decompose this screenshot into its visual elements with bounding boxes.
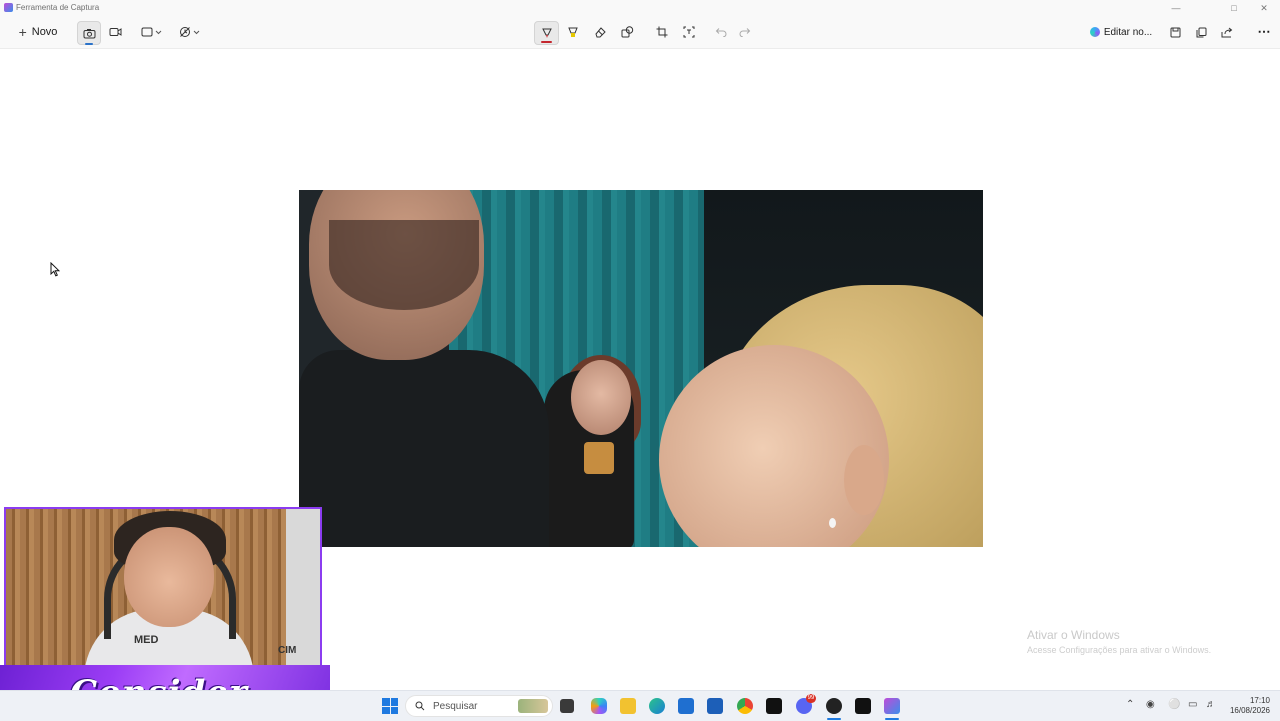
shirt-text: MED: [134, 634, 159, 646]
edge-icon[interactable]: [649, 698, 665, 714]
snipping-tool-app-icon: [4, 3, 13, 12]
redo-button[interactable]: [734, 21, 756, 43]
crop-icon: [656, 26, 668, 38]
search-icon: [415, 701, 425, 711]
chevron-up-icon[interactable]: ⌃: [1126, 699, 1134, 710]
capcut-icon[interactable]: [766, 698, 782, 714]
save-icon: [1170, 27, 1180, 37]
edit-in-button[interactable]: Editar no...: [1088, 21, 1154, 43]
redo-icon: [739, 28, 751, 37]
share-button[interactable]: [1216, 21, 1238, 43]
title-bar: Ferramenta de Captura — □ ✕: [0, 0, 1280, 16]
copilot-icon[interactable]: [591, 698, 607, 714]
snipping-tool-icon[interactable]: [884, 698, 900, 714]
toolbar: + Novo Editar no... ⋯: [0, 16, 1280, 49]
share-icon: [1221, 27, 1233, 37]
shapes-button[interactable]: [616, 21, 638, 43]
screenshot-mode-button[interactable]: [77, 21, 101, 45]
store-icon[interactable]: [678, 698, 694, 714]
text-actions-icon: [683, 26, 695, 38]
snip-shape-dropdown[interactable]: [138, 21, 166, 43]
display-icon[interactable]: ▭: [1188, 699, 1197, 710]
capcut-icon-2[interactable]: [855, 698, 871, 714]
more-icon: ⋯: [1257, 24, 1271, 39]
delay-timer-icon: [180, 27, 200, 37]
ballpoint-pen-icon: [541, 28, 552, 38]
windows-start-icon[interactable]: [382, 698, 398, 714]
activation-watermark-subtitle: Acesse Configurações para ativar o Windo…: [1027, 645, 1212, 655]
edit-in-label: Editar no...: [1103, 26, 1153, 38]
search-highlight-image: [518, 699, 548, 713]
obs-icon[interactable]: [826, 698, 842, 714]
drink-glass: [584, 442, 614, 474]
taskbar-search[interactable]: Pesquisar: [405, 695, 553, 717]
network-icon[interactable]: ◉: [1146, 699, 1155, 710]
volume-icon[interactable]: ♬: [1206, 699, 1216, 710]
discord-badge: 99: [806, 694, 816, 703]
eraser-button[interactable]: [589, 21, 611, 43]
taskbar: Pesquisar 99 ⌃ ◉ ⚪ ▭ ♬ 17:10 16/08/2026: [0, 690, 1280, 721]
ballpoint-pen-button[interactable]: [534, 21, 559, 45]
plus-icon: +: [18, 24, 27, 40]
undo-icon: [715, 28, 727, 37]
maximize-icon[interactable]: □: [1224, 2, 1244, 14]
video-icon: [109, 28, 121, 36]
close-icon[interactable]: ✕: [1254, 2, 1274, 14]
crop-button[interactable]: [651, 21, 673, 43]
man-figure: [299, 350, 549, 547]
task-view-icon[interactable]: [560, 699, 574, 713]
mode-indicator: [85, 43, 93, 45]
rectangle-mode-icon: [141, 27, 162, 37]
window-title: Ferramenta de Captura: [16, 3, 100, 12]
copy-button[interactable]: [1190, 21, 1212, 43]
outlook-icon[interactable]: [707, 698, 723, 714]
chrome-icon[interactable]: [737, 698, 753, 714]
search-placeholder: Pesquisar: [433, 700, 478, 712]
highlighter-icon: [568, 27, 578, 37]
captured-image: [299, 190, 983, 547]
microphone-icon[interactable]: ⚪: [1168, 699, 1180, 710]
save-button[interactable]: [1164, 21, 1186, 43]
mouse-cursor-icon: [50, 262, 60, 277]
delay-dropdown[interactable]: [176, 21, 204, 43]
minimize-icon[interactable]: —: [1166, 2, 1186, 14]
shapes-icon: [621, 26, 633, 38]
camera-icon: [83, 28, 95, 38]
file-explorer-icon[interactable]: [620, 698, 636, 714]
system-clock[interactable]: 17:10 16/08/2026: [1224, 696, 1270, 716]
eraser-icon: [595, 27, 606, 38]
clock-date: 16/08/2026: [1229, 706, 1270, 715]
copy-icon: [1196, 27, 1206, 37]
more-options-button[interactable]: ⋯: [1253, 21, 1275, 43]
highlighter-button[interactable]: [562, 21, 584, 43]
new-button[interactable]: + Novo: [12, 21, 64, 43]
text-actions-button[interactable]: [678, 21, 700, 43]
video-mode-button[interactable]: [104, 21, 126, 43]
activation-watermark-title: Ativar o Windows: [1027, 628, 1120, 642]
pen-color-indicator: [541, 41, 552, 43]
paint-app-icon: [1089, 27, 1100, 37]
undo-button[interactable]: [710, 21, 732, 43]
clock-time: 17:10: [1249, 696, 1270, 705]
new-button-label: Novo: [31, 26, 58, 38]
